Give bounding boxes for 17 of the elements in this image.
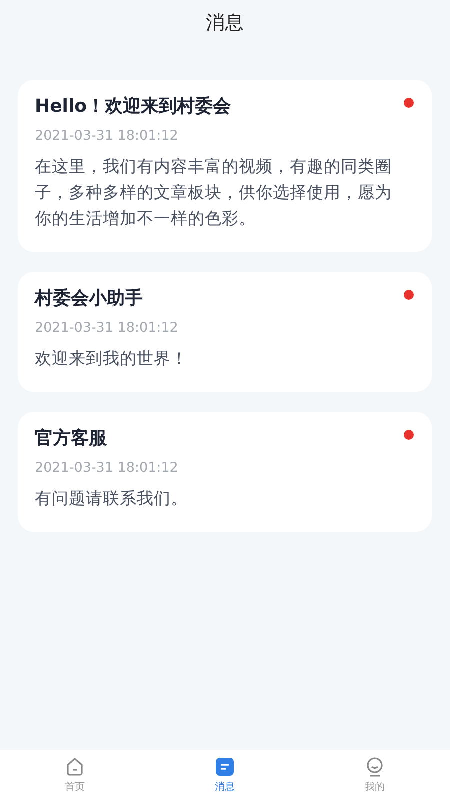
tab[interactable]: 消息 (150, 750, 300, 800)
message-time: 2021-03-31 18:01:12 (35, 128, 180, 144)
page-title: 消息 (206, 11, 244, 36)
message-title: 村委会小助手 (35, 287, 144, 311)
message-card[interactable]: Hello！欢迎来到村委会 2021-03-31 18:01:12 在这里，我们有内容丰富的视频，有趣的同类圈子，多种多样的文章板块，供你选择使用，愿为你的生活增加不一样的色彩。 (18, 80, 432, 252)
message-body: 有问题请联系我们。 (35, 488, 189, 510)
message-title: Hello！欢迎来到村委会 (35, 95, 232, 119)
home-icon (65, 756, 85, 776)
profile-icon (365, 756, 385, 776)
message-icon (215, 756, 235, 776)
message-body: 在这里，我们有内容丰富的视频，有趣的同类圈子，多种多样的文章板块，供你选择使用，愿为你的生活增加不一样的色彩。 (35, 156, 392, 230)
message-time: 2021-03-31 18:01:12 (35, 320, 180, 336)
message-card[interactable]: 村委会小助手 2021-03-31 18:01:12 欢迎来到我的世界！ (18, 272, 432, 392)
message-title: 官方客服 (35, 427, 108, 451)
message-body: 欢迎来到我的世界！ (35, 348, 189, 370)
message-time: 2021-03-31 18:01:12 (35, 460, 180, 476)
message-card[interactable]: 官方客服 2021-03-31 18:01:12 有问题请联系我们。 (18, 412, 432, 532)
